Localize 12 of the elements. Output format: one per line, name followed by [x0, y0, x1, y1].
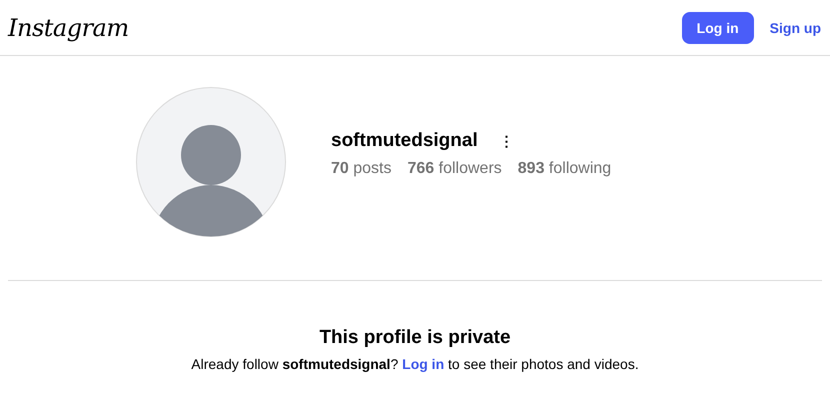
private-title: This profile is private — [318, 327, 512, 349]
username: softmutedsignal — [331, 130, 478, 152]
login-link[interactable]: Log in — [402, 356, 444, 372]
profile-stat[interactable]: 893 following — [518, 160, 612, 178]
private-message: Already follow softmutedsignal? Log in to see their photos and videos. — [190, 356, 640, 372]
profile-stat[interactable]: 70 posts — [331, 160, 392, 178]
logo[interactable]: Instagram — [8, 14, 129, 42]
login-button[interactable]: Log in — [682, 12, 754, 44]
signup-link[interactable]: Sign up — [770, 20, 821, 36]
avatar-icon — [136, 87, 286, 237]
more-options-button[interactable]: ⋮ — [496, 133, 518, 149]
profile-stat[interactable]: 766 followers — [407, 160, 502, 178]
